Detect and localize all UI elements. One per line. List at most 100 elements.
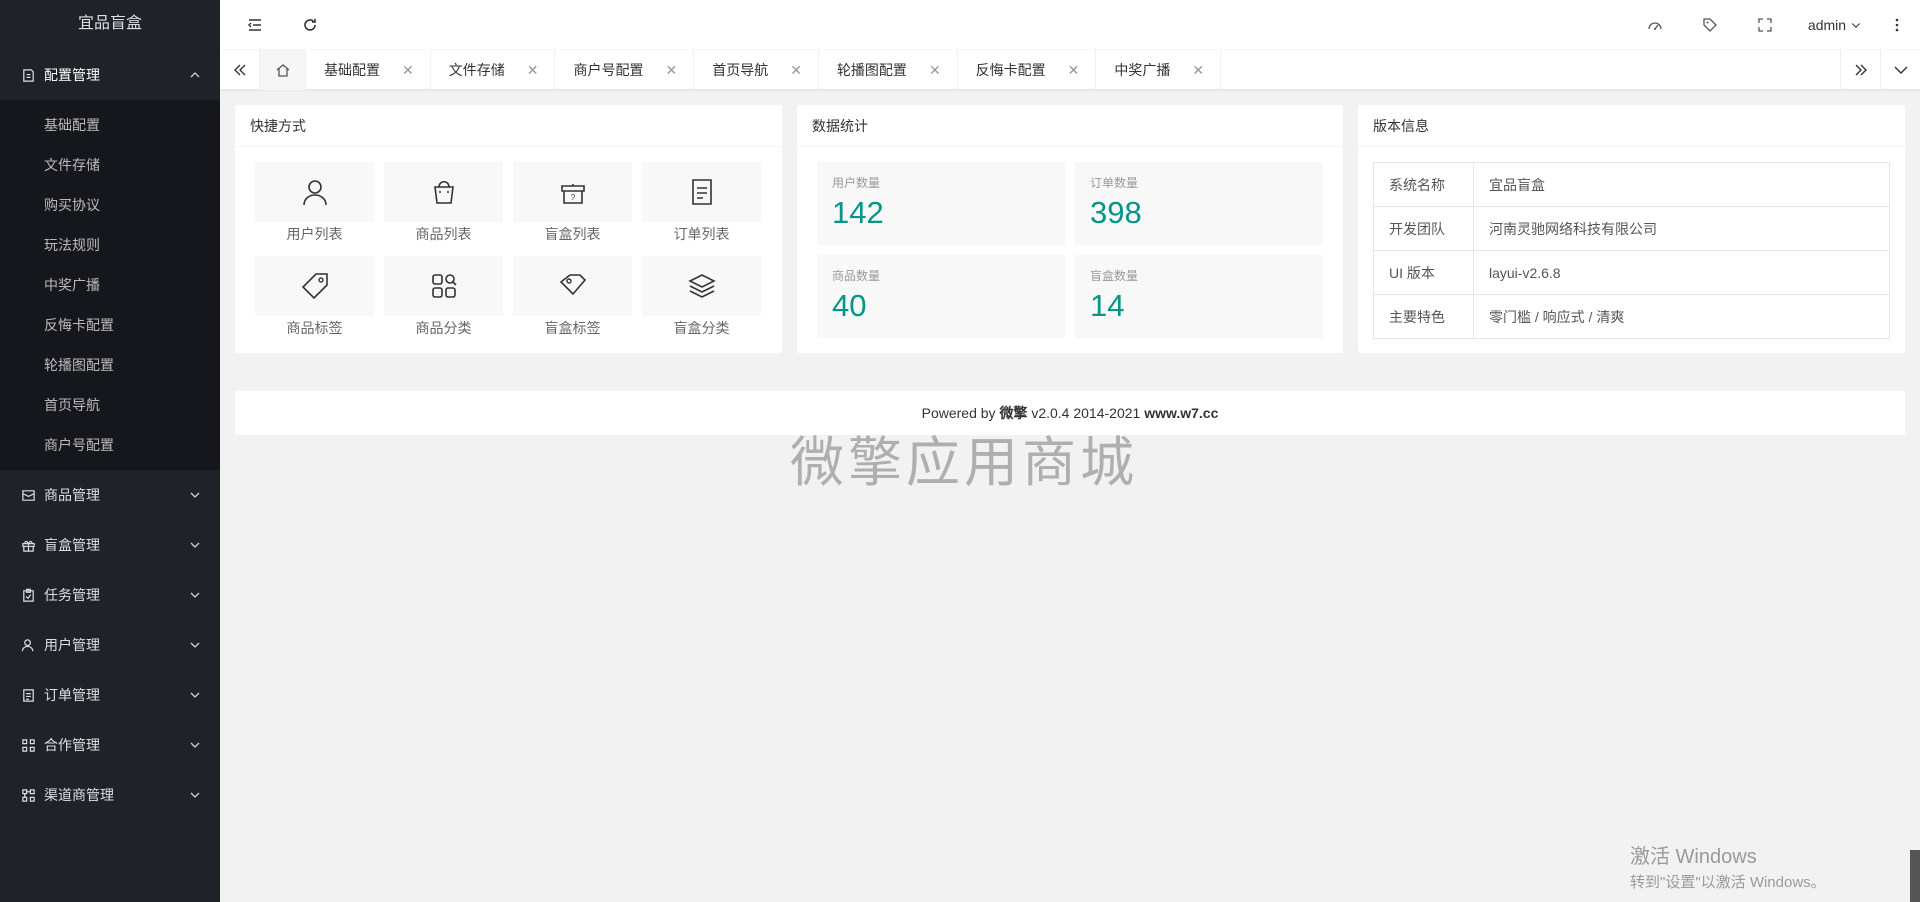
version-key: 系统名称 xyxy=(1373,162,1474,207)
nav-group-label: 配置管理 xyxy=(44,67,100,83)
more-button[interactable] xyxy=(1885,0,1909,50)
tab[interactable]: 反悔卡配置 ✕ xyxy=(958,50,1097,90)
chevron-down-icon xyxy=(190,692,200,698)
nav-group-header[interactable]: 盲盒管理 xyxy=(0,520,220,570)
close-icon[interactable]: ✕ xyxy=(1068,62,1080,79)
footer-site-link[interactable]: www.w7.cc xyxy=(1144,405,1218,421)
fullscreen-button[interactable] xyxy=(1750,0,1780,50)
tab[interactable]: 文件存储 ✕ xyxy=(431,50,556,90)
refresh-button[interactable] xyxy=(295,0,325,50)
stat-value: 398 xyxy=(1090,195,1142,230)
config-icon xyxy=(20,67,36,83)
shortcut-label: 用户列表 xyxy=(286,226,343,242)
tabs-scroll-left-button[interactable] xyxy=(220,50,260,90)
shortcut-item[interactable]: 用户列表 xyxy=(255,162,374,246)
stat-tile: 商品数量 40 xyxy=(817,255,1065,338)
shortcuts-title: 快捷方式 xyxy=(235,105,782,147)
user-icon xyxy=(302,180,327,206)
user-menu[interactable]: admin xyxy=(1800,0,1870,50)
shortcut-icon-box xyxy=(642,162,761,222)
nav-group-header[interactable]: 渠道商管理 xyxy=(0,770,220,820)
nav-item[interactable]: 中奖广播 xyxy=(0,265,220,305)
nav-group: 订单管理 xyxy=(0,670,220,720)
username: admin xyxy=(1807,17,1847,33)
note-button[interactable] xyxy=(1695,0,1725,50)
nav-group-header[interactable]: 配置管理 xyxy=(0,50,220,100)
app-logo[interactable]: 宜品盲盒 xyxy=(0,0,220,50)
tab[interactable]: 基础配置 ✕ xyxy=(306,50,431,90)
shortcut-item[interactable]: 商品分类 xyxy=(384,256,503,340)
theme-button[interactable] xyxy=(1640,0,1670,50)
fullscreen-icon xyxy=(1758,18,1772,32)
version-row: 主要特色 零门槛 / 响应式 / 清爽 xyxy=(1373,294,1890,339)
nav-group: 配置管理基础配置 文件存储 购买协议 玩法规则 中奖广播 反悔卡配置 轮播图配置 首页导航 商户… xyxy=(0,50,220,470)
nav-group: 合作管理 xyxy=(0,720,220,770)
shortcut-item[interactable]: ? 盲盒列表 xyxy=(513,162,632,246)
nav-item[interactable]: 反悔卡配置 xyxy=(0,305,220,345)
category-icon xyxy=(431,274,457,298)
version-value: 宜品盲盒 xyxy=(1473,162,1890,207)
tabs-scroll-right-button[interactable] xyxy=(1840,50,1880,90)
tab-home[interactable] xyxy=(260,50,306,90)
nav-submenu: 基础配置 文件存储 购买协议 玩法规则 中奖广播 反悔卡配置 轮播图配置 首页导航 商户号配置 xyxy=(0,100,220,470)
shortcut-label: 盲盒标签 xyxy=(544,320,601,336)
version-value: 河南灵驰网络科技有限公司 xyxy=(1473,206,1890,251)
nav-group-label: 商品管理 xyxy=(44,487,100,503)
scrollbar[interactable] xyxy=(1910,850,1920,902)
tab[interactable]: 中奖广播 ✕ xyxy=(1096,50,1222,90)
nav-item[interactable]: 商户号配置 xyxy=(0,425,220,465)
document-icon xyxy=(691,179,712,205)
nav-group-header[interactable]: 订单管理 xyxy=(0,670,220,720)
tabs-menu-button[interactable] xyxy=(1880,50,1920,90)
page-tabs: 基础配置 ✕ 文件存储 ✕ 商户号配置 ✕ 首页导航 ✕ 轮播图配置 ✕ 反悔卡配置 ✕ 中奖广播 ✕ xyxy=(220,50,1920,90)
close-icon[interactable]: ✕ xyxy=(665,62,677,79)
shortcut-item[interactable]: 商品标签 xyxy=(255,256,374,340)
close-icon[interactable]: ✕ xyxy=(790,62,802,79)
version-card: 版本信息 系统名称 宜品盲盒 开发团队 河南灵驰网络科技有限公司 UI 版本 layui-… xyxy=(1358,105,1905,353)
nav-group-header[interactable]: 用户管理 xyxy=(0,620,220,670)
stat-tile: 订单数量 398 xyxy=(1075,162,1323,245)
nav-group-header[interactable]: 合作管理 xyxy=(0,720,220,770)
nav-group-header[interactable]: 任务管理 xyxy=(0,570,220,620)
nav-item[interactable]: 基础配置 xyxy=(0,105,220,145)
tab-label: 商户号配置 xyxy=(573,62,644,78)
nav-group: 用户管理 xyxy=(0,620,220,670)
tab[interactable]: 首页导航 ✕ xyxy=(694,50,819,90)
nav-group: 商品管理 xyxy=(0,470,220,520)
stat-tile: 用户数量 142 xyxy=(817,162,1065,245)
watermark: 微擎应用商城 xyxy=(790,431,1138,494)
cooperate-icon xyxy=(20,737,36,753)
menu-toggle-button[interactable] xyxy=(240,0,270,50)
nav-item[interactable]: 文件存储 xyxy=(0,145,220,185)
home-icon xyxy=(276,64,289,77)
channel-icon xyxy=(20,787,36,803)
tab[interactable]: 商户号配置 ✕ xyxy=(555,50,695,90)
close-icon[interactable]: ✕ xyxy=(1192,62,1204,79)
shortcut-item[interactable]: 订单列表 xyxy=(642,162,761,246)
shortcut-icon-box: ? xyxy=(513,162,632,222)
shortcuts-card: 快捷方式 用户列表 商品列表 ? 盲盒列表 订单列表商品标签 商品分类 盲盒标签 盲盒分类 xyxy=(235,105,782,353)
shortcut-item[interactable]: 盲盒分类 xyxy=(642,256,761,340)
version-key: UI 版本 xyxy=(1373,250,1474,295)
stat-label: 盲盒数量 xyxy=(1090,269,1139,283)
shortcut-icon-box xyxy=(642,256,761,316)
shortcut-label: 商品列表 xyxy=(415,226,472,242)
shortcuts-grid: 用户列表 商品列表 ? 盲盒列表 订单列表商品标签 商品分类 盲盒标签 盲盒分类 xyxy=(235,147,782,355)
double-chevron-right-icon xyxy=(1855,64,1867,76)
nav-item[interactable]: 购买协议 xyxy=(0,185,220,225)
refresh-icon xyxy=(304,19,316,31)
close-icon[interactable]: ✕ xyxy=(527,62,539,79)
top-header: admin xyxy=(220,0,1920,50)
shortcut-icon-box xyxy=(384,256,503,316)
nav-group-header[interactable]: 商品管理 xyxy=(0,470,220,520)
shortcut-item[interactable]: 商品列表 xyxy=(384,162,503,246)
nav-item[interactable]: 轮播图配置 xyxy=(0,345,220,385)
nav-item[interactable]: 首页导航 xyxy=(0,385,220,425)
tab[interactable]: 轮播图配置 ✕ xyxy=(819,50,958,90)
close-icon[interactable]: ✕ xyxy=(402,62,414,79)
nav-item[interactable]: 玩法规则 xyxy=(0,225,220,265)
shortcut-item[interactable]: 盲盒标签 xyxy=(513,256,632,340)
version-table: 系统名称 宜品盲盒 开发团队 河南灵驰网络科技有限公司 UI 版本 layui-v2.6.… xyxy=(1373,162,1890,339)
close-icon[interactable]: ✕ xyxy=(929,62,941,79)
shortcut-label: 商品标签 xyxy=(286,320,343,336)
